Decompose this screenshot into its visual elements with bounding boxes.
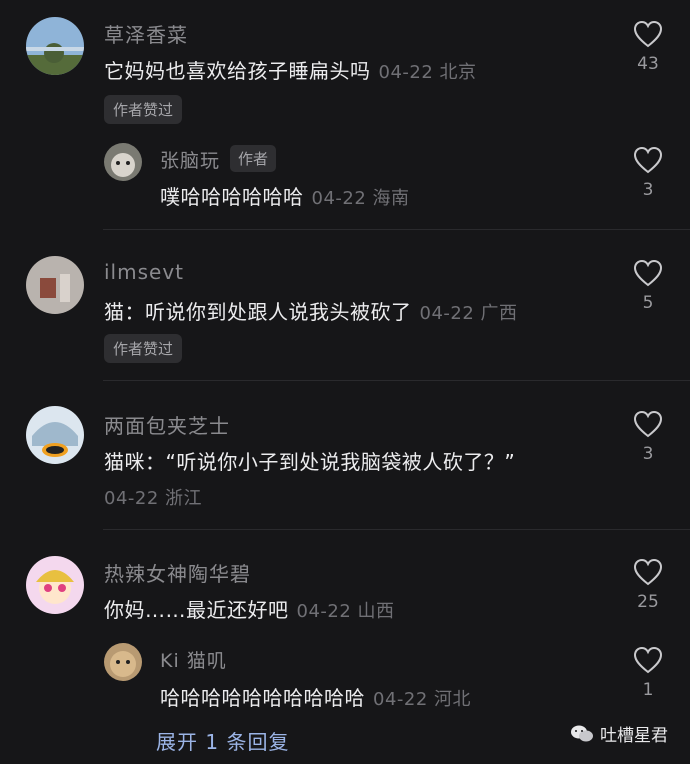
comment-meta: 04-22 北京 (378, 62, 477, 83)
comment-text: 它妈妈也喜欢给孩子睡扁头吗 04-22 北京 (104, 59, 477, 83)
heart-icon[interactable] (633, 646, 663, 674)
like-count: 43 (637, 54, 659, 74)
username[interactable]: 草泽香菜 (104, 19, 188, 48)
like-count: 25 (637, 592, 659, 612)
heart-icon[interactable] (633, 259, 663, 287)
username[interactable]: ilmsevt (104, 260, 184, 284)
comment-meta: 04-22 山西 (296, 601, 395, 622)
comment-meta: 04-22 海南 (311, 188, 410, 209)
watermark-text: 吐槽星君 (600, 726, 668, 746)
avatar[interactable] (104, 143, 142, 181)
avatar[interactable] (26, 256, 84, 314)
like-button[interactable]: 3 (618, 146, 678, 200)
comment-text: 你妈……最近还好吧 04-22 山西 (104, 598, 395, 622)
divider (103, 529, 690, 530)
avatar[interactable] (26, 406, 84, 464)
wechat-icon (571, 725, 593, 741)
heart-icon[interactable] (633, 410, 663, 438)
heart-icon[interactable] (633, 558, 663, 586)
username[interactable]: Ki 猫叽 (160, 646, 227, 673)
avatar[interactable] (26, 556, 84, 614)
divider (103, 229, 690, 230)
avatar[interactable] (104, 643, 142, 681)
like-button[interactable]: 3 (618, 410, 678, 464)
username[interactable]: 两面包夹芝士 (104, 410, 230, 439)
like-button[interactable]: 25 (618, 558, 678, 612)
like-count: 3 (642, 180, 654, 200)
comment-meta: 04-22 广西 (419, 303, 518, 324)
author-liked-badge: 作者赞过 (104, 95, 183, 124)
like-count: 1 (642, 680, 654, 700)
author-tag: 作者 (230, 145, 277, 172)
comment-meta: 04-22 河北 (373, 689, 472, 710)
like-count: 3 (642, 444, 654, 464)
comment-meta: 04-22 浙江 (104, 488, 203, 509)
like-count: 5 (642, 293, 654, 313)
expand-replies-link[interactable]: 展开 1 条回复 (156, 726, 289, 755)
comment-text: 猫咪：“听说你小子到处说我脑袋被人砍了？” (104, 450, 516, 474)
comment-text: 噗哈哈哈哈哈哈 04-22 海南 (160, 185, 410, 209)
heart-icon[interactable] (633, 20, 663, 48)
comment-text: 猫：听说你到处跟人说我头被砍了 04-22 广西 (104, 300, 518, 324)
divider (103, 380, 690, 381)
heart-icon[interactable] (633, 146, 663, 174)
like-button[interactable]: 5 (618, 259, 678, 313)
username[interactable]: 热辣女神陶华碧 (104, 558, 251, 587)
comment-text: 哈哈哈哈哈哈哈哈哈哈 04-22 河北 (160, 686, 472, 710)
username[interactable]: 张脑玩 作者 (160, 145, 277, 173)
like-button[interactable]: 43 (618, 20, 678, 74)
like-button[interactable]: 1 (618, 646, 678, 700)
avatar[interactable] (26, 17, 84, 75)
watermark: 吐槽星君 (570, 721, 668, 746)
author-liked-badge: 作者赞过 (104, 334, 183, 363)
